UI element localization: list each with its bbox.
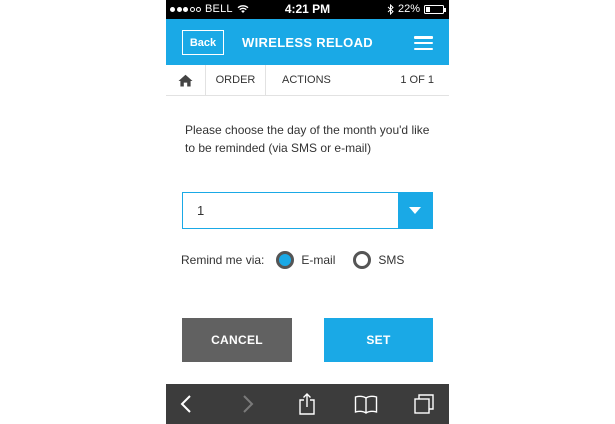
breadcrumb: ORDER ACTIONS 1 OF 1 — [166, 65, 449, 96]
menu-line — [414, 36, 433, 39]
tabs-icon — [414, 394, 434, 414]
browser-forward-button[interactable] — [228, 384, 268, 424]
radio-sms-label: SMS — [378, 253, 405, 267]
browser-toolbar — [166, 384, 449, 424]
status-bar: BELL 4:21 PM 22% — [166, 0, 449, 19]
menu-line — [414, 47, 433, 50]
forward-arrow-icon — [243, 395, 254, 413]
browser-back-button[interactable] — [166, 384, 206, 424]
day-select[interactable]: 1 — [182, 192, 433, 229]
menu-line — [414, 41, 433, 45]
radio-option-sms[interactable]: SMS — [353, 251, 404, 269]
set-button[interactable]: SET — [324, 318, 433, 362]
app-header: Back WIRELESS RELOAD — [166, 19, 449, 65]
breadcrumb-home[interactable] — [166, 65, 206, 95]
battery-percent: 22% — [397, 3, 420, 15]
breadcrumb-order[interactable]: ORDER — [206, 65, 266, 95]
status-right: 22% — [387, 3, 446, 15]
bookmarks-button[interactable] — [346, 384, 386, 424]
bookmarks-icon — [354, 395, 378, 414]
battery-fill — [426, 6, 430, 12]
home-icon — [178, 74, 193, 86]
chevron-down-icon — [409, 207, 421, 214]
cancel-button[interactable]: CANCEL — [182, 318, 292, 362]
day-select-value: 1 — [197, 203, 205, 218]
breadcrumb-actions[interactable]: ACTIONS — [282, 65, 331, 95]
share-button[interactable] — [287, 384, 327, 424]
back-arrow-icon — [180, 395, 191, 413]
radio-option-email[interactable]: E-mail — [276, 251, 335, 269]
back-button[interactable]: Back — [182, 30, 224, 55]
share-icon — [299, 393, 315, 415]
phone-screen: BELL 4:21 PM 22% Back WIRELESS RELOAD OR… — [166, 0, 449, 424]
hamburger-icon[interactable] — [414, 36, 433, 50]
remind-label: Remind me via: — [181, 253, 265, 267]
dropdown-button[interactable] — [398, 193, 432, 228]
page-title: WIRELESS RELOAD — [242, 35, 373, 50]
reminder-prompt: Please choose the day of the month you'd… — [185, 123, 430, 155]
battery-icon — [424, 4, 446, 14]
page-indicator: 1 OF 1 — [400, 74, 434, 86]
remind-via-row: Remind me via: E-mail SMS — [181, 251, 422, 269]
tabs-button[interactable] — [404, 384, 444, 424]
radio-sms[interactable] — [353, 251, 372, 269]
bluetooth-icon — [387, 3, 394, 15]
radio-email-label: E-mail — [301, 253, 336, 267]
radio-email[interactable] — [276, 251, 295, 269]
